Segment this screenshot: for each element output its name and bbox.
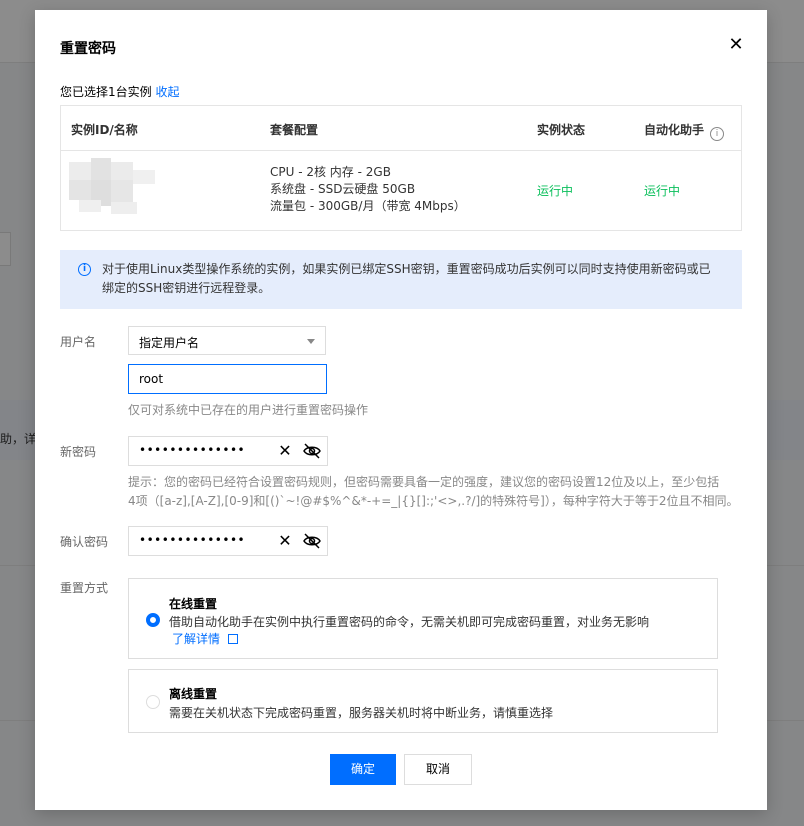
- spec-cell: CPU - 2核 内存 - 2GB 系统盘 - SSD云硬盘 50GB 流量包 …: [270, 164, 466, 215]
- new-password-value: ••••••••••••••: [139, 443, 246, 457]
- username-value: root: [139, 372, 164, 386]
- info-icon: i: [78, 263, 91, 276]
- hint-line: 提示：您的密码已经符合设置密码规则，但密码需要具备一定的强度，建议您的密码设置1…: [128, 475, 720, 489]
- close-icon[interactable]: ✕: [728, 36, 744, 54]
- confirm-password-value: ••••••••••••••: [139, 533, 246, 547]
- info-icon[interactable]: i: [710, 127, 725, 141]
- reset-method-label: 重置方式: [60, 581, 109, 595]
- eye-off-icon[interactable]: [303, 533, 321, 549]
- selected-count-text: 您已选择1台实例: [60, 85, 152, 99]
- new-password-label: 新密码: [60, 445, 97, 459]
- spec-line: 流量包 - 300GB/月（带宽 4Mbps）: [270, 199, 466, 213]
- username-label: 用户名: [60, 335, 97, 349]
- hint-line: 4项（[a-z],[A-Z],[0-9]和[()`~!@#$%^&*-+=_|{…: [128, 494, 739, 508]
- username-type-select[interactable]: 指定用户名: [128, 326, 326, 355]
- eye-off-icon[interactable]: [303, 443, 321, 459]
- header-assistant-label: 自动化助手: [644, 123, 705, 137]
- new-password-input[interactable]: •••••••••••••• ✕: [128, 436, 328, 466]
- instance-table: 实例ID/名称 套餐配置 实例状态 自动化助手 i CPU - 2核 内存 - 2…: [60, 105, 742, 231]
- spec-line: CPU - 2核 内存 - 2GB: [270, 165, 391, 179]
- instance-status: 运行中: [537, 184, 574, 198]
- online-reset-option[interactable]: 在线重置 借助自动化助手在实例中执行重置密码的命令，无需关机即可完成密码重置，对…: [128, 578, 718, 659]
- learn-more-link[interactable]: 了解详情: [172, 632, 220, 646]
- confirm-password-label: 确认密码: [60, 535, 109, 549]
- clear-icon[interactable]: ✕: [277, 441, 293, 460]
- username-type-value: 指定用户名: [139, 336, 200, 350]
- offline-reset-radio[interactable]: [146, 695, 160, 709]
- confirm-button[interactable]: 确定: [330, 754, 396, 785]
- online-reset-radio[interactable]: [146, 613, 160, 627]
- caret-down-icon: [307, 339, 315, 344]
- selected-instances-line: 您已选择1台实例 收起: [60, 83, 179, 100]
- header-spec: 套餐配置: [270, 123, 319, 137]
- notice-text: 对于使用Linux类型操作系统的实例，如果实例已绑定SSH密钥，重置密码成功后实…: [102, 262, 711, 295]
- header-instance-id: 实例ID/名称: [71, 123, 138, 137]
- cancel-button[interactable]: 取消: [404, 754, 472, 785]
- confirm-password-input[interactable]: •••••••••••••• ✕: [128, 526, 328, 556]
- header-assistant: 自动化助手 i: [644, 121, 725, 141]
- instance-name-blurred: [69, 150, 157, 220]
- assistant-status: 运行中: [644, 184, 681, 198]
- table-header: 实例ID/名称 套餐配置 实例状态 自动化助手 i: [61, 106, 741, 151]
- spec-line: 系统盘 - SSD云硬盘 50GB: [270, 182, 416, 196]
- clear-icon[interactable]: ✕: [277, 531, 293, 550]
- offline-reset-title: 离线重置: [169, 687, 218, 701]
- offline-reset-desc: 需要在关机状态下完成密码重置，服务器关机时将中断业务，请慎重选择: [169, 706, 554, 720]
- online-reset-desc: 借助自动化助手在实例中执行重置密码的命令，无需关机即可完成密码重置，对业务无影响: [169, 615, 650, 629]
- username-input[interactable]: root: [128, 364, 327, 394]
- username-hint: 仅可对系统中已存在的用户进行重置密码操作: [128, 403, 369, 417]
- linux-ssh-notice: i 对于使用Linux类型操作系统的实例，如果实例已绑定SSH密钥，重置密码成功…: [60, 250, 742, 309]
- external-link-icon[interactable]: [228, 634, 239, 644]
- dialog-title: 重置密码: [60, 41, 116, 57]
- header-status: 实例状态: [537, 123, 586, 137]
- offline-reset-option[interactable]: 离线重置 需要在关机状态下完成密码重置，服务器关机时将中断业务，请慎重选择: [128, 669, 718, 733]
- password-strength-hint: 提示：您的密码已经符合设置密码规则，但密码需要具备一定的强度，建议您的密码设置1…: [128, 473, 739, 511]
- table-row: CPU - 2核 内存 - 2GB 系统盘 - SSD云硬盘 50GB 流量包 …: [61, 150, 741, 230]
- learn-more-row: 了解详情: [172, 630, 239, 647]
- collapse-link[interactable]: 收起: [155, 85, 179, 99]
- reset-password-dialog: 重置密码 ✕ 您已选择1台实例 收起 实例ID/名称 套餐配置 实例状态 自动化…: [35, 10, 767, 810]
- online-reset-title: 在线重置: [169, 597, 218, 611]
